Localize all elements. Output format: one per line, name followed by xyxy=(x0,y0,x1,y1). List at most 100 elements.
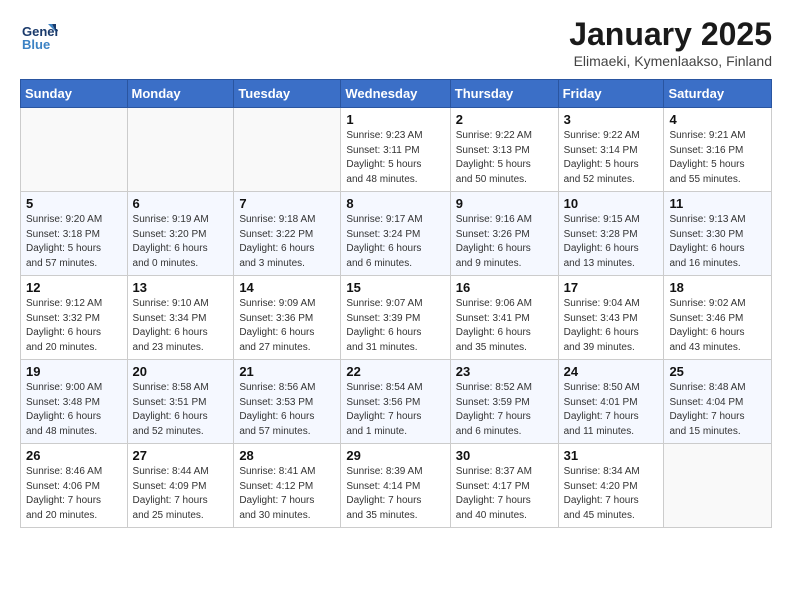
logo: General Blue xyxy=(20,16,58,54)
weekday-header-wednesday: Wednesday xyxy=(341,80,450,108)
weekday-header-sunday: Sunday xyxy=(21,80,128,108)
day-info: Sunrise: 9:23 AM Sunset: 3:11 PM Dayligh… xyxy=(346,129,444,187)
calendar-cell: 27Sunrise: 8:44 AM Sunset: 4:09 PM Dayli… xyxy=(127,444,234,528)
calendar-cell xyxy=(234,108,341,192)
calendar-cell: 16 Sunrise: 9:06 AM Sunset: 3:41 PM Dayli… xyxy=(450,276,558,360)
calendar-cell: 14 Sunrise: 9:09 AM Sunset: 3:36 PM Dayli… xyxy=(234,276,341,360)
calendar-cell: 28 Sunrise: 8:41 AM Sunset: 4:12 PM Dayli… xyxy=(234,444,341,528)
day-number: 25 xyxy=(669,364,766,379)
calendar-cell: 20 Sunrise: 8:58 AM Sunset: 3:51 PM Dayli… xyxy=(127,360,234,444)
day-number: 13 xyxy=(133,280,229,295)
calendar-cell xyxy=(664,444,772,528)
day-number: 18 xyxy=(669,280,766,295)
day-info: Sunrise: 9:12 AM Sunset: 3:32 PM Dayligh… xyxy=(26,297,122,355)
day-number: 28 xyxy=(239,448,335,463)
calendar-cell: 7 Sunrise: 9:18 AM Sunset: 3:22 PM Daylig… xyxy=(234,192,341,276)
weekday-header-monday: Monday xyxy=(127,80,234,108)
title-block: January 2025 Elimaeki, Kymenlaakso, Finl… xyxy=(569,16,772,69)
calendar-cell: 21 Sunrise: 8:56 AM Sunset: 3:53 PM Dayli… xyxy=(234,360,341,444)
day-number: 15 xyxy=(346,280,444,295)
day-info: Sunrise: 9:22 AM Sunset: 3:14 PM Dayligh… xyxy=(564,129,659,187)
day-info: Sunrise: 8:37 AM Sunset: 4:17 PM Dayligh… xyxy=(456,465,553,523)
day-number: 1 xyxy=(346,112,444,127)
calendar-cell: 13Sunrise: 9:10 AM Sunset: 3:34 PM Dayli… xyxy=(127,276,234,360)
calendar-cell: 11 Sunrise: 9:13 AM Sunset: 3:30 PM Dayli… xyxy=(664,192,772,276)
weekday-header-friday: Friday xyxy=(558,80,664,108)
day-info: Sunrise: 8:54 AM Sunset: 3:56 PM Dayligh… xyxy=(346,381,444,439)
weekday-header-saturday: Saturday xyxy=(664,80,772,108)
calendar-cell: 12 Sunrise: 9:12 AM Sunset: 3:32 PM Dayli… xyxy=(21,276,128,360)
day-number: 10 xyxy=(564,196,659,211)
day-info: Sunrise: 8:46 AM Sunset: 4:06 PM Dayligh… xyxy=(26,465,122,523)
day-info: Sunrise: 8:50 AM Sunset: 4:01 PM Dayligh… xyxy=(564,381,659,439)
calendar-week-row-2: 5 Sunrise: 9:20 AM Sunset: 3:18 PM Daylig… xyxy=(21,192,772,276)
weekday-header-row: SundayMondayTuesdayWednesdayThursdayFrid… xyxy=(21,80,772,108)
calendar-week-row-1: 1 Sunrise: 9:23 AM Sunset: 3:11 PM Daylig… xyxy=(21,108,772,192)
day-number: 30 xyxy=(456,448,553,463)
calendar-cell: 8Sunrise: 9:17 AM Sunset: 3:24 PM Daylig… xyxy=(341,192,450,276)
svg-text:Blue: Blue xyxy=(22,37,50,52)
day-info: Sunrise: 9:09 AM Sunset: 3:36 PM Dayligh… xyxy=(239,297,335,355)
day-info: Sunrise: 9:07 AM Sunset: 3:39 PM Dayligh… xyxy=(346,297,444,355)
logo-icon: General Blue xyxy=(20,16,58,54)
day-info: Sunrise: 9:19 AM Sunset: 3:20 PM Dayligh… xyxy=(133,213,229,271)
day-number: 11 xyxy=(669,196,766,211)
day-number: 16 xyxy=(456,280,553,295)
month-title: January 2025 xyxy=(569,16,772,53)
day-number: 12 xyxy=(26,280,122,295)
calendar-cell: 22 Sunrise: 8:54 AM Sunset: 3:56 PM Dayli… xyxy=(341,360,450,444)
calendar-cell: 17Sunrise: 9:04 AM Sunset: 3:43 PM Dayli… xyxy=(558,276,664,360)
calendar-cell: 6Sunrise: 9:19 AM Sunset: 3:20 PM Daylig… xyxy=(127,192,234,276)
header: General Blue January 2025 Elimaeki, Kyme… xyxy=(20,16,772,69)
day-info: Sunrise: 9:16 AM Sunset: 3:26 PM Dayligh… xyxy=(456,213,553,271)
day-number: 24 xyxy=(564,364,659,379)
calendar-week-row-3: 12 Sunrise: 9:12 AM Sunset: 3:32 PM Dayli… xyxy=(21,276,772,360)
calendar-week-row-5: 26 Sunrise: 8:46 AM Sunset: 4:06 PM Dayli… xyxy=(21,444,772,528)
calendar-cell: 15 Sunrise: 9:07 AM Sunset: 3:39 PM Dayli… xyxy=(341,276,450,360)
day-info: Sunrise: 9:15 AM Sunset: 3:28 PM Dayligh… xyxy=(564,213,659,271)
calendar-week-row-4: 19 Sunrise: 9:00 AM Sunset: 3:48 PM Dayli… xyxy=(21,360,772,444)
day-info: Sunrise: 9:02 AM Sunset: 3:46 PM Dayligh… xyxy=(669,297,766,355)
calendar-cell xyxy=(21,108,128,192)
day-number: 20 xyxy=(133,364,229,379)
day-number: 22 xyxy=(346,364,444,379)
day-info: Sunrise: 9:20 AM Sunset: 3:18 PM Dayligh… xyxy=(26,213,122,271)
day-info: Sunrise: 8:58 AM Sunset: 3:51 PM Dayligh… xyxy=(133,381,229,439)
calendar-cell xyxy=(127,108,234,192)
calendar-cell: 23Sunrise: 8:52 AM Sunset: 3:59 PM Dayli… xyxy=(450,360,558,444)
calendar-cell: 30 Sunrise: 8:37 AM Sunset: 4:17 PM Dayli… xyxy=(450,444,558,528)
day-info: Sunrise: 9:22 AM Sunset: 3:13 PM Dayligh… xyxy=(456,129,553,187)
day-number: 14 xyxy=(239,280,335,295)
day-info: Sunrise: 9:13 AM Sunset: 3:30 PM Dayligh… xyxy=(669,213,766,271)
calendar-cell: 4 Sunrise: 9:21 AM Sunset: 3:16 PM Daylig… xyxy=(664,108,772,192)
day-number: 29 xyxy=(346,448,444,463)
day-info: Sunrise: 9:18 AM Sunset: 3:22 PM Dayligh… xyxy=(239,213,335,271)
day-info: Sunrise: 9:00 AM Sunset: 3:48 PM Dayligh… xyxy=(26,381,122,439)
day-info: Sunrise: 8:34 AM Sunset: 4:20 PM Dayligh… xyxy=(564,465,659,523)
day-info: Sunrise: 8:39 AM Sunset: 4:14 PM Dayligh… xyxy=(346,465,444,523)
calendar-cell: 29 Sunrise: 8:39 AM Sunset: 4:14 PM Dayli… xyxy=(341,444,450,528)
day-number: 31 xyxy=(564,448,659,463)
day-info: Sunrise: 8:44 AM Sunset: 4:09 PM Dayligh… xyxy=(133,465,229,523)
day-info: Sunrise: 9:17 AM Sunset: 3:24 PM Dayligh… xyxy=(346,213,444,271)
page: General Blue January 2025 Elimaeki, Kyme… xyxy=(0,0,792,544)
day-number: 17 xyxy=(564,280,659,295)
calendar-cell: 9 Sunrise: 9:16 AM Sunset: 3:26 PM Daylig… xyxy=(450,192,558,276)
calendar-cell: 25 Sunrise: 8:48 AM Sunset: 4:04 PM Dayli… xyxy=(664,360,772,444)
day-info: Sunrise: 9:21 AM Sunset: 3:16 PM Dayligh… xyxy=(669,129,766,187)
day-number: 4 xyxy=(669,112,766,127)
day-info: Sunrise: 8:41 AM Sunset: 4:12 PM Dayligh… xyxy=(239,465,335,523)
day-info: Sunrise: 9:06 AM Sunset: 3:41 PM Dayligh… xyxy=(456,297,553,355)
day-number: 21 xyxy=(239,364,335,379)
day-number: 7 xyxy=(239,196,335,211)
calendar-cell: 24 Sunrise: 8:50 AM Sunset: 4:01 PM Dayli… xyxy=(558,360,664,444)
day-info: Sunrise: 8:48 AM Sunset: 4:04 PM Dayligh… xyxy=(669,381,766,439)
calendar-cell: 31 Sunrise: 8:34 AM Sunset: 4:20 PM Dayli… xyxy=(558,444,664,528)
day-number: 19 xyxy=(26,364,122,379)
day-number: 26 xyxy=(26,448,122,463)
day-number: 5 xyxy=(26,196,122,211)
day-info: Sunrise: 8:56 AM Sunset: 3:53 PM Dayligh… xyxy=(239,381,335,439)
day-number: 9 xyxy=(456,196,553,211)
calendar-cell: 1 Sunrise: 9:23 AM Sunset: 3:11 PM Daylig… xyxy=(341,108,450,192)
day-number: 2 xyxy=(456,112,553,127)
